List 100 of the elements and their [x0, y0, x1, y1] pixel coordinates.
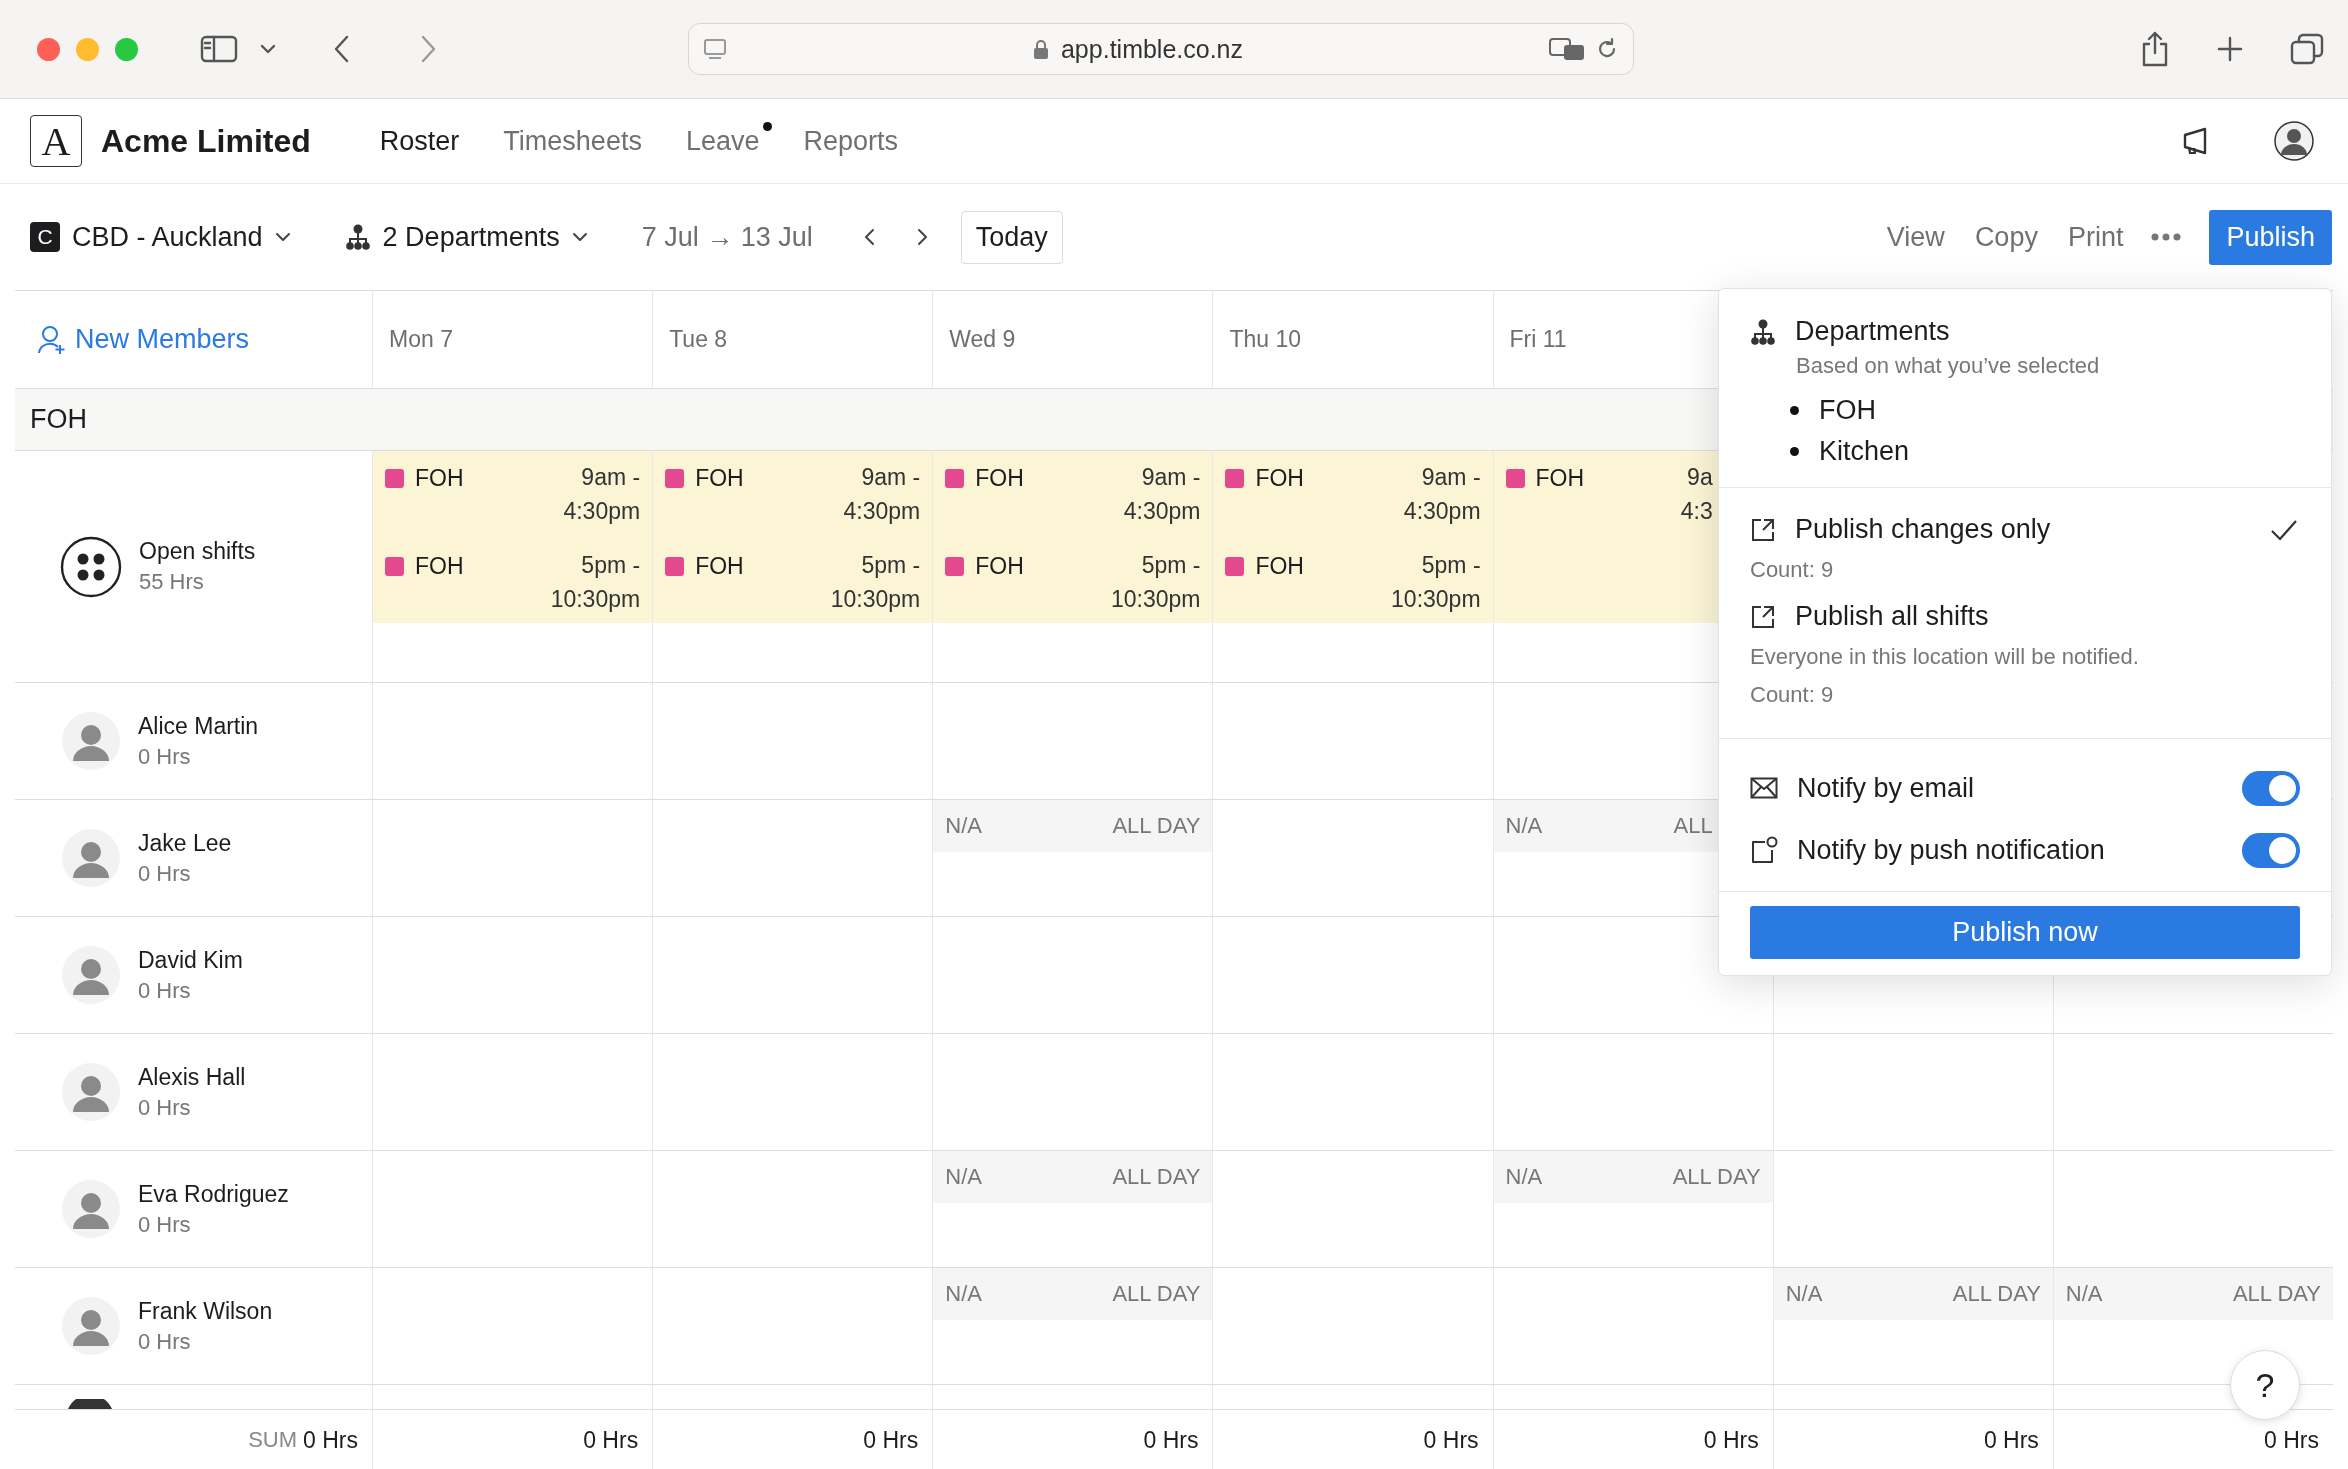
new-members-link[interactable]: New Members	[37, 324, 250, 355]
person-name: Jake Lee	[138, 829, 232, 857]
url-text: app.timble.co.nz	[1060, 34, 1243, 64]
share-icon[interactable]	[2140, 31, 2170, 67]
shift-card[interactable]: FOH 9am - 4:30pm	[1213, 465, 1493, 553]
person-avatar	[61, 711, 121, 771]
toggle-switch[interactable]	[2242, 832, 2300, 868]
day-total: 0 Hrs	[1983, 1426, 2039, 1454]
bullet-dot	[1790, 447, 1799, 456]
shift-card[interactable]: FOH 5pm - 10:30pm	[373, 553, 653, 641]
day-header: Thu 10	[1229, 326, 1302, 353]
company-logo[interactable]: A	[30, 115, 82, 167]
shift-card[interactable]: FOH 9am - 4:30pm	[933, 465, 1213, 553]
unavailable-time: ALL DAY	[1112, 813, 1201, 839]
unavailable-time: ALL DAY	[2232, 1281, 2321, 1307]
day-total: 0 Hrs	[863, 1426, 919, 1454]
publish-now-button[interactable]: Publish now	[1750, 906, 2300, 959]
departments-picker[interactable]: 2 Departments	[344, 221, 588, 253]
shift-card[interactable]: FOH 9am - 4:30pm	[373, 465, 653, 553]
publish-option[interactable]: Publish all shifts Everyone in this location will be notified. Count: 9	[1750, 601, 2300, 726]
toggle-label: Notify by push notification	[1797, 834, 2105, 866]
open-shifts-label: Open shifts	[139, 538, 256, 565]
department-item: Kitchen	[1819, 436, 1910, 467]
user-avatar[interactable]	[2274, 121, 2314, 161]
shift-card[interactable]: FOH 5pm - 10:30pm	[1213, 553, 1493, 641]
page-icon	[703, 37, 727, 61]
hours-label: 0 Hrs	[138, 977, 192, 1004]
external-link-icon	[1750, 516, 1776, 543]
tabs-icon[interactable]	[2290, 33, 2324, 65]
person-name: David Kim	[138, 946, 243, 974]
department-label: FOH	[1255, 553, 1304, 580]
publish-button[interactable]: Publish	[2209, 209, 2332, 265]
person-name: Alexis Hall	[138, 1063, 246, 1091]
shift-card[interactable]: FOH 5pm - 10:30pm	[653, 553, 933, 641]
publish-option[interactable]: Publish changes only Count: 9	[1750, 514, 2300, 601]
day-header: Wed 9	[949, 326, 1016, 353]
toolbar-link[interactable]: View	[1886, 221, 1945, 253]
checkmark-icon	[2270, 518, 2298, 541]
close-button[interactable]	[37, 37, 60, 61]
person-name: Eva Rodriguez	[138, 1180, 289, 1208]
department-label: FOH	[1535, 465, 1585, 492]
chevron-down-icon	[274, 232, 291, 242]
hours-label: 0 Hrs	[138, 1211, 192, 1238]
unavailable-label: N/A	[945, 1164, 982, 1190]
department-label: FOH	[975, 553, 1024, 580]
toolbar-link[interactable]: Print	[2067, 221, 2124, 253]
sidebar-icon[interactable]	[200, 34, 238, 64]
bullet-dot	[1790, 406, 1799, 415]
shift-time: 5pm - 10:30pm	[550, 551, 641, 614]
unavailable-time: ALL DAY	[1112, 1281, 1201, 1307]
department-item: FOH	[1819, 395, 1876, 426]
company-name: Acme Limited	[101, 122, 311, 160]
hierarchy-icon	[344, 224, 371, 250]
today-button[interactable]: Today	[960, 210, 1063, 264]
shift-time: 5pm - 10:30pm	[1391, 551, 1481, 614]
day-header: Mon 7	[389, 326, 453, 353]
shift-time: 9am - 4:30pm	[1403, 463, 1481, 526]
day-total: 0 Hrs	[1143, 1426, 1199, 1454]
section-subtitle: Based on what you’ve selected	[1796, 353, 2101, 379]
help-button[interactable]: ?	[2230, 1350, 2300, 1420]
department-label: FOH	[415, 553, 464, 580]
sum-label: SUM	[248, 1427, 298, 1453]
toggle-switch[interactable]	[2242, 770, 2300, 806]
add-user-icon	[37, 324, 67, 355]
person-avatar	[61, 1062, 121, 1122]
hours-label: 55 Hrs	[139, 569, 205, 595]
day-header: Tue 8	[669, 326, 728, 353]
shift-time: 5pm - 10:30pm	[830, 551, 921, 614]
shift-time: 5pm - 10:30pm	[1110, 551, 1201, 614]
address-bar[interactable]: app.timble.co.nz	[688, 23, 1634, 75]
date-range: 7 Jul → 13 Jul	[641, 221, 813, 253]
nav-tab[interactable]: Reports	[803, 125, 899, 157]
chevron-down-icon[interactable]	[260, 43, 276, 55]
shift-card[interactable]: FOH 5pm - 10:30pm	[933, 553, 1213, 641]
shift-card[interactable]: FOH 9am - 4:30pm	[653, 465, 933, 553]
person-name: Alice Martin	[138, 712, 259, 740]
department-label: FOH	[975, 465, 1024, 492]
translate-icon[interactable]	[1549, 37, 1585, 61]
unavailable-label: N/A	[2065, 1281, 2103, 1307]
location-picker[interactable]: C CBD - Auckland	[30, 221, 291, 253]
nav-tab[interactable]: Timesheets	[503, 125, 642, 157]
group-label: FOH	[30, 404, 87, 435]
unavailable-label: N/A	[945, 813, 982, 839]
new-tab-icon[interactable]	[2216, 35, 2244, 63]
day-total: 0 Hrs	[2264, 1426, 2319, 1454]
location-label: CBD - Auckland	[72, 221, 263, 253]
unavailable-label: N/A	[1785, 1281, 1823, 1307]
toggle-label: Notify by email	[1797, 772, 1975, 804]
previous-icon[interactable]	[862, 227, 877, 247]
hours-label: 0 Hrs	[138, 860, 192, 887]
unavailable-label: N/A	[1505, 813, 1543, 839]
toolbar-link[interactable]: Copy	[1974, 221, 2038, 253]
nav-tab[interactable]: Leave	[685, 125, 760, 157]
department-label: FOH	[415, 465, 464, 492]
more-icon[interactable]	[2151, 233, 2182, 241]
person-avatar	[61, 828, 121, 888]
location-badge: C	[30, 222, 60, 252]
nav-tab[interactable]: Roster	[379, 125, 460, 157]
shift-time: 9am - 4:30pm	[1123, 463, 1201, 526]
department-label: FOH	[695, 465, 744, 492]
